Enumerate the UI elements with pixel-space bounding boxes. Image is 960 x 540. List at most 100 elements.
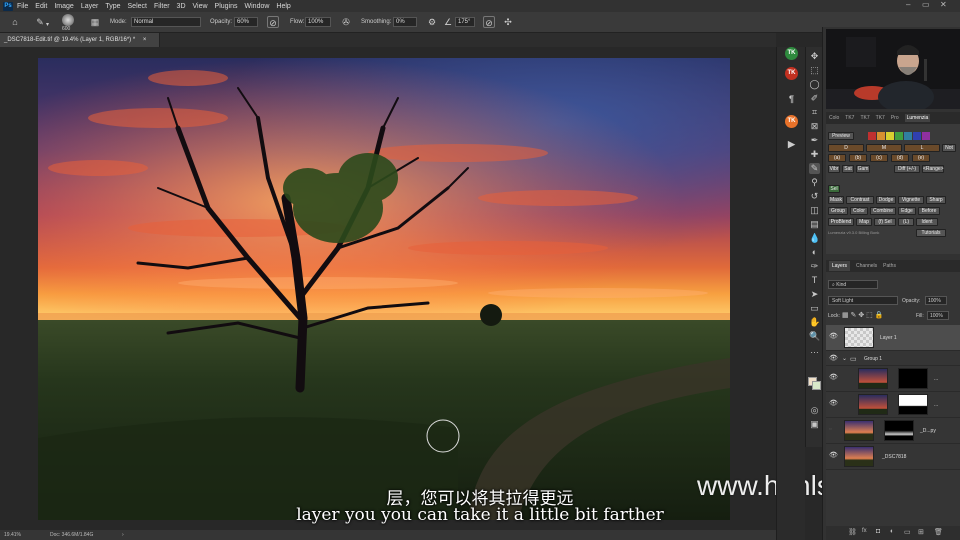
menu-3d[interactable]: 3D: [177, 3, 186, 10]
pressure-size-icon[interactable]: ⊘: [483, 16, 495, 28]
lumenzia-group-button[interactable]: Group: [828, 207, 848, 215]
tk-plugin-badge-green[interactable]: TK: [785, 47, 798, 60]
mode-select[interactable]: Normal: [131, 17, 201, 27]
lumenzia-range-button[interactable]: <Range>: [922, 165, 944, 173]
dodge-tool-icon[interactable]: ◐: [809, 247, 820, 258]
eyedropper-tool-icon[interactable]: ✒: [809, 135, 820, 146]
menu-help[interactable]: Help: [276, 3, 290, 10]
play-icon[interactable]: ▶: [785, 138, 798, 151]
flow-input[interactable]: 100%: [305, 17, 331, 27]
lumenzia-l-sel-button[interactable]: (L): [898, 218, 914, 226]
visibility-eye-icon[interactable]: 👁: [829, 400, 838, 407]
new-group-icon[interactable]: ▭: [904, 528, 911, 536]
lumenzia-vignette-button[interactable]: Vignette: [898, 196, 924, 204]
document-close-icon[interactable]: ×: [143, 37, 147, 43]
menu-window[interactable]: Window: [245, 3, 270, 10]
menu-plugins[interactable]: Plugins: [215, 3, 238, 10]
tab-tk7-c[interactable]: TK7: [876, 115, 885, 121]
layer-row-copy[interactable]: ▫ _D...py: [826, 418, 960, 444]
lumenzia-a-button[interactable]: (a): [828, 154, 846, 162]
layer-name[interactable]: Group 1: [864, 356, 882, 362]
blend-mode-select[interactable]: Soft Light: [828, 296, 898, 305]
menu-filter[interactable]: Filter: [154, 3, 170, 10]
angle-input[interactable]: 175°: [455, 17, 475, 27]
layer-name[interactable]: Layer 1: [880, 335, 897, 341]
swatch-magenta[interactable]: [922, 132, 930, 140]
stamp-tool-icon[interactable]: ⚲: [809, 177, 820, 188]
move-tool-icon[interactable]: ✥: [809, 51, 820, 62]
eraser-tool-icon[interactable]: ◫: [809, 205, 820, 216]
lumenzia-sel-button[interactable]: Sel: [828, 185, 840, 193]
lumenzia-d-zone-button[interactable]: (d): [891, 154, 909, 162]
layer-row-layer-1[interactable]: 👁 Layer 1: [826, 325, 960, 351]
lumenzia-not-button[interactable]: Not: [942, 144, 956, 152]
visibility-eye-icon[interactable]: 👁: [829, 333, 838, 340]
lumenzia-edge-button[interactable]: Edge: [898, 207, 916, 215]
visibility-eye-icon[interactable]: 👁: [829, 355, 838, 362]
tab-lumenzia[interactable]: Lumenzia: [904, 114, 931, 122]
lumenzia-ident-button[interactable]: Ident: [916, 218, 938, 226]
lumenzia-gam-button[interactable]: Gam: [856, 165, 870, 173]
photo-canvas[interactable]: [38, 58, 730, 520]
swatch-orange[interactable]: [877, 132, 885, 140]
lumenzia-vibr-button[interactable]: Vibr: [828, 165, 840, 173]
zoom-tool-icon[interactable]: 🔍: [809, 331, 820, 342]
lumenzia-combine-button[interactable]: Combine: [870, 207, 896, 215]
lumenzia-color-button[interactable]: Color: [850, 207, 868, 215]
background-color-swatch[interactable]: [812, 381, 821, 390]
marquee-tool-icon[interactable]: ⬚: [809, 65, 820, 76]
history-brush-tool-icon[interactable]: ↺: [809, 191, 820, 202]
smoothing-options-gear-icon[interactable]: ⚙: [426, 16, 438, 28]
lumenzia-contrast-button[interactable]: Contrast: [846, 196, 874, 204]
layer-row-adjusted-2[interactable]: 👁 ...: [826, 392, 960, 418]
lumenzia-sat-button[interactable]: Sat: [842, 165, 854, 173]
brush-settings-icon[interactable]: ▦: [89, 16, 101, 28]
menu-layer[interactable]: Layer: [81, 3, 99, 10]
layer-row-base[interactable]: 👁 _DSC7818: [826, 444, 960, 470]
pen-tool-icon[interactable]: ✑: [809, 261, 820, 272]
lasso-tool-icon[interactable]: ◯: [809, 79, 820, 90]
document-tab[interactable]: _DSC7818-Edit.tif @ 19.4% (Layer 1, RGB/…: [0, 33, 160, 47]
tab-channels[interactable]: Channels: [856, 263, 877, 269]
maximize-icon[interactable]: ▭: [922, 0, 930, 9]
swatch-yellow[interactable]: [886, 132, 894, 140]
layer-style-fx-icon[interactable]: fx: [862, 528, 867, 534]
lumenzia-mask-button[interactable]: Mask: [828, 196, 844, 204]
path-select-tool-icon[interactable]: ➤: [809, 289, 820, 300]
lumenzia-b-button[interactable]: (b): [849, 154, 867, 162]
home-icon[interactable]: ⌂: [9, 16, 21, 28]
tab-pro[interactable]: Pro: [891, 115, 899, 121]
frame-tool-icon[interactable]: ⊠: [809, 121, 820, 132]
gradient-tool-icon[interactable]: ▤: [809, 219, 820, 230]
paragraph-icon[interactable]: ¶: [785, 93, 798, 106]
tk-plugin-badge-orange[interactable]: TK: [785, 115, 798, 128]
lumenzia-l-button[interactable]: L: [904, 144, 940, 152]
layer-name[interactable]: _D...py: [920, 428, 936, 434]
smoothing-input[interactable]: 0%: [393, 17, 417, 27]
lumenzia-diff-button[interactable]: Diff (+/-): [894, 165, 920, 173]
healing-tool-icon[interactable]: ✚: [809, 149, 820, 160]
lumenzia-fsel-button[interactable]: (f) Sel: [874, 218, 896, 226]
minimize-icon[interactable]: –: [906, 0, 910, 9]
tk-plugin-badge-red[interactable]: TK: [785, 67, 798, 80]
layer-name[interactable]: ...: [934, 402, 938, 408]
add-mask-icon[interactable]: ◘: [876, 528, 880, 535]
visibility-off-icon[interactable]: ▫: [829, 426, 837, 433]
hand-tool-icon[interactable]: ✋: [809, 317, 820, 328]
swatch-green[interactable]: [895, 132, 903, 140]
lumenzia-tutorials-button[interactable]: Tutorials: [916, 229, 946, 237]
new-layer-icon[interactable]: ⊞: [918, 528, 924, 536]
tab-tk7-b[interactable]: TK7: [860, 115, 869, 121]
blur-tool-icon[interactable]: 💧: [809, 233, 820, 244]
menu-type[interactable]: Type: [105, 3, 120, 10]
screen-mode-icon[interactable]: ▣: [809, 419, 820, 430]
menu-edit[interactable]: Edit: [35, 3, 47, 10]
brush-tip-preview-icon[interactable]: [62, 14, 74, 26]
swatch-cyan[interactable]: [904, 132, 912, 140]
quick-select-tool-icon[interactable]: ✐: [809, 93, 820, 104]
menu-file[interactable]: File: [17, 3, 28, 10]
menu-select[interactable]: Select: [128, 3, 147, 10]
layer-row-adjusted-1[interactable]: 👁 ...: [826, 366, 960, 392]
tab-color[interactable]: Colo: [829, 115, 839, 121]
airbrush-icon[interactable]: ✇: [340, 16, 352, 28]
